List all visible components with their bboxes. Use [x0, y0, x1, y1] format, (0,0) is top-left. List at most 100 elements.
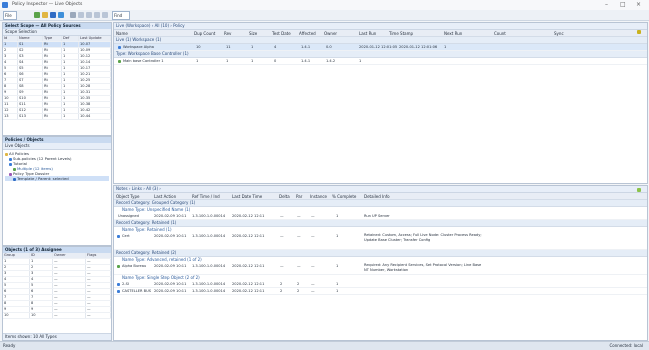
settings-icon[interactable] — [86, 12, 92, 18]
row-cell: 2020-02-12 12:11 — [232, 282, 265, 286]
row-cell: — — [311, 214, 315, 218]
column-header[interactable]: Name — [116, 31, 128, 36]
row-cell: 4 — [274, 45, 277, 49]
row-name: Alpha Bureau — [122, 264, 147, 268]
row-cell: — — [297, 234, 301, 238]
row-cell: — — [311, 234, 315, 238]
record-grid-header: Object Type Last Action Ref Time / Ind L… — [114, 193, 647, 200]
row-cell: 2 — [280, 282, 283, 286]
row-cell: 0.0 — [326, 45, 332, 49]
column-header[interactable]: Test Date — [272, 31, 291, 36]
table-cell: — — [85, 312, 111, 319]
row-cell: 1 — [336, 234, 339, 238]
column-header[interactable]: Sync — [554, 31, 564, 36]
record-detail-panel: Notes › Links › All (3) › Object Type La… — [113, 185, 648, 341]
close-button[interactable]: × — [636, 1, 641, 8]
row-cell: 2 — [280, 289, 283, 293]
table-cell: 13 — [3, 113, 18, 120]
title-bar: Policy Inspector — Live Objects – □ × — [0, 0, 649, 10]
row-cell: 2020-02-12 12:11 — [232, 234, 265, 238]
column-header[interactable]: Delta — [279, 194, 290, 199]
row-cell: 1.4.1 — [301, 59, 311, 63]
table-cell: S13 — [17, 113, 43, 120]
objects-tree-panel: Policies / Objects Live Objects All Poli… — [2, 136, 112, 246]
row-cell: 1.4.1 — [301, 45, 311, 49]
row-cell: — — [280, 264, 284, 268]
table-row[interactable]: Alpha Bureau 2020-02-09 10:11 1.3.100.1.… — [114, 263, 647, 275]
row-name: Cert — [122, 234, 130, 238]
row-cell: — — [280, 214, 284, 218]
row-name: Unassigned — [118, 214, 139, 218]
tree-node[interactable]: Template / Parent: selected — [5, 176, 109, 181]
row-cell: — — [311, 264, 315, 268]
table-row[interactable]: Unassigned 2020-02-09 10:11 1.3.100.1.0.… — [114, 213, 647, 220]
row-cell: 2020-02-09 10:11 — [154, 264, 187, 268]
scope-table: Id Name Type Def Last Update 1 S1 Rt 1 10.07… — [3, 36, 111, 120]
column-header[interactable]: Object Type — [116, 194, 140, 199]
refresh-icon[interactable] — [58, 12, 64, 18]
save-icon[interactable] — [50, 12, 56, 18]
column-header[interactable]: Last Date Time — [232, 194, 262, 199]
record-group-header[interactable]: Record Category: Grouped Category (1) — [114, 200, 647, 207]
row-cell: 1 — [336, 264, 339, 268]
column-header[interactable]: Count — [494, 31, 506, 36]
find-button[interactable]: Find — [112, 11, 130, 20]
export-icon[interactable] — [94, 12, 100, 18]
row-cell: 2 — [297, 282, 300, 286]
column-header[interactable]: Time Stamp — [389, 31, 413, 36]
column-header[interactable]: Size — [249, 31, 257, 36]
column-header[interactable]: % Complete — [332, 194, 356, 199]
row-cell: 1.3.100.1.0.00014 — [192, 234, 226, 238]
row-cell: 2020-02-09 10:11 — [154, 282, 187, 286]
column-header[interactable]: Next Run — [444, 31, 462, 36]
row-cell: 1 — [336, 214, 339, 218]
table-row[interactable]: Main base Controller 1 1 1 1 0 1.4.1 1.4… — [114, 58, 647, 65]
policy-icon — [9, 162, 12, 166]
table-row[interactable]: Cert 2020-02-09 10:11 1.3.100.1.0.00014 … — [114, 233, 647, 250]
column-header[interactable]: Affected — [299, 31, 316, 36]
file-button[interactable]: File — [3, 11, 17, 20]
table-row[interactable]: 2-SI 2020-02-09 10:11 1.3.100.1.0.00014 … — [114, 281, 647, 288]
table-row[interactable]: Workspace Alpha 10 11 1 4 1.4.1 0.0 2020… — [114, 44, 647, 51]
row-cell: 10 — [196, 45, 201, 49]
status-right: Connected: local — [609, 343, 643, 348]
column-header[interactable]: Dup Count — [194, 31, 215, 36]
policy-breadcrumb: Live (Workspace) › All (10) › Policy — [114, 23, 647, 30]
row-name: Workspace Alpha — [123, 45, 155, 49]
row-cell: 1 — [226, 59, 229, 63]
column-header[interactable]: Last Run — [359, 31, 376, 36]
column-header[interactable]: Instance — [310, 194, 327, 199]
filter-icon[interactable] — [70, 12, 76, 18]
open-icon[interactable] — [42, 12, 48, 18]
row-detail: Run UP Server — [364, 214, 390, 218]
row-cell: 1.3.100.1.0.00014 — [192, 289, 226, 293]
status-flag-icon — [637, 30, 641, 34]
maximize-button[interactable]: □ — [620, 1, 626, 8]
folder-icon — [5, 152, 8, 156]
help-icon[interactable] — [102, 12, 108, 18]
template-icon — [13, 177, 16, 181]
table-row[interactable]: 13 S13 Rt 1 10.44 — [3, 113, 111, 120]
column-header[interactable]: Detailed Info — [364, 194, 390, 199]
row-cell: 2020-02-12 12:11 — [232, 264, 265, 268]
table-row[interactable]: CASTELLER BUS 2020-02-09 10:11 1.3.100.1… — [114, 288, 647, 295]
column-header[interactable]: Rev — [224, 31, 231, 36]
table-cell: Rt — [42, 113, 62, 120]
row-cell: 0 — [274, 59, 277, 63]
view-icon[interactable] — [78, 12, 84, 18]
policy-group-header[interactable]: Live (1) Workspace (1) — [114, 37, 647, 44]
record-group-header[interactable]: Record Category: Retained (2) — [114, 250, 647, 257]
table-cell: 1 — [61, 113, 79, 120]
record-group-header[interactable]: Record Category: Retained (1) — [114, 220, 647, 227]
column-header[interactable]: Owner — [324, 31, 337, 36]
policy-group-header[interactable]: Type: Workspace Base Controller (1) — [114, 51, 647, 58]
column-header[interactable]: Last Action — [154, 194, 176, 199]
column-header[interactable]: Par — [296, 194, 302, 199]
new-icon[interactable] — [34, 12, 40, 18]
minimize-button[interactable]: – — [605, 1, 608, 8]
column-header[interactable]: Ref Time / Ind — [192, 194, 220, 199]
status-left: Ready — [3, 343, 16, 348]
row-cell: 2 — [297, 289, 300, 293]
policy-grid-panel: Live (Workspace) › All (10) › Policy Nam… — [113, 22, 648, 184]
table-row[interactable]: 10 10— — — [3, 312, 111, 319]
